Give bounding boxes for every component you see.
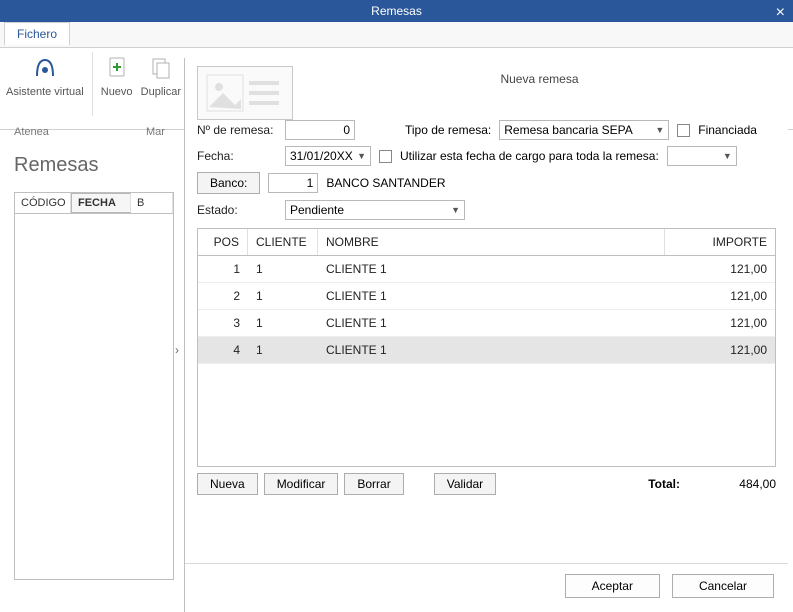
col-cliente[interactable]: CLIENTE xyxy=(248,229,318,255)
ribbon-nuevo[interactable]: Nuevo xyxy=(101,52,133,98)
col-pos[interactable]: POS xyxy=(198,229,248,255)
input-banco-cod[interactable] xyxy=(268,173,318,193)
col-nombre[interactable]: NOMBRE xyxy=(318,229,665,255)
window-title: Remesas xyxy=(371,4,422,18)
input-numero[interactable] xyxy=(285,120,355,140)
duplicate-icon xyxy=(145,52,177,84)
label-financiada: Financiada xyxy=(698,123,757,137)
label-total: Total: xyxy=(648,477,680,491)
value-total: 484,00 xyxy=(686,477,776,491)
dialog-nueva-remesa: Nueva remesa Nº de remesa: Tipo de remes… xyxy=(184,58,788,612)
grid-header: POS CLIENTE NOMBRE IMPORTE xyxy=(198,229,775,256)
button-validar[interactable]: Validar xyxy=(434,473,496,495)
button-borrar[interactable]: Borrar xyxy=(344,473,403,495)
label-usar-fecha: Utilizar esta fecha de cargo para toda l… xyxy=(400,149,659,163)
button-banco[interactable]: Banco: xyxy=(197,172,260,194)
ribbon-caption-atenea: Atenea xyxy=(14,126,49,138)
table-row[interactable]: 21CLIENTE 1121,00 xyxy=(198,283,775,310)
col-codigo[interactable]: CÓDIGO xyxy=(15,193,71,213)
chevron-down-icon: ▼ xyxy=(723,151,732,161)
list-header: CÓDIGO FECHA B xyxy=(15,193,173,214)
table-row[interactable]: 11CLIENTE 1121,00 xyxy=(198,256,775,283)
ribbon-caption-mar: Mar xyxy=(146,126,165,138)
window-title-bar: Remesas × xyxy=(0,0,793,22)
assistant-icon xyxy=(29,52,61,84)
ribbon-tab-strip: Fichero xyxy=(0,22,793,48)
list-panel: CÓDIGO FECHA B xyxy=(14,192,174,580)
button-modificar[interactable]: Modificar xyxy=(264,473,339,495)
chevron-down-icon: ▼ xyxy=(451,205,460,215)
input-fecha[interactable]: 31/01/20XX▼ xyxy=(285,146,371,166)
ribbon-duplicar-label: Duplicar xyxy=(141,86,181,98)
chevron-down-icon: ▼ xyxy=(655,125,664,135)
col-b[interactable]: B xyxy=(131,193,173,213)
button-aceptar[interactable]: Aceptar xyxy=(565,574,660,598)
ribbon-duplicar[interactable]: Duplicar xyxy=(141,52,181,98)
col-fecha[interactable]: FECHA xyxy=(71,193,131,213)
select-estado[interactable]: Pendiente▼ xyxy=(285,200,465,220)
tab-fichero[interactable]: Fichero xyxy=(4,22,70,45)
placeholder-image-icon xyxy=(197,66,293,120)
label-estado: Estado: xyxy=(197,203,277,217)
collapse-handle-icon[interactable]: › xyxy=(172,336,182,364)
ribbon-asistente-label: Asistente virtual xyxy=(6,86,84,98)
table-row[interactable]: 31CLIENTE 1121,00 xyxy=(198,310,775,337)
label-banco-nombre: BANCO SANTANDER xyxy=(326,176,445,190)
button-nueva[interactable]: Nueva xyxy=(197,473,258,495)
new-icon xyxy=(101,52,133,84)
ribbon-asistente[interactable]: Asistente virtual xyxy=(6,52,84,98)
col-importe[interactable]: IMPORTE xyxy=(665,229,775,255)
label-tipo: Tipo de remesa: xyxy=(405,123,491,137)
label-fecha: Fecha: xyxy=(197,149,277,163)
ribbon-nuevo-label: Nuevo xyxy=(101,86,133,98)
close-icon[interactable]: × xyxy=(776,2,785,24)
select-fecha-cargo[interactable]: ▼ xyxy=(667,146,737,166)
page-title: Remesas xyxy=(14,154,98,177)
table-row[interactable]: 41CLIENTE 1121,00 xyxy=(198,337,775,364)
grid-remesa: POS CLIENTE NOMBRE IMPORTE 11CLIENTE 112… xyxy=(197,228,776,467)
dialog-title: Nueva remesa xyxy=(303,66,776,102)
chevron-down-icon: ▼ xyxy=(357,151,366,161)
label-numero: Nº de remesa: xyxy=(197,123,277,137)
button-cancelar[interactable]: Cancelar xyxy=(672,574,774,598)
checkbox-usar-fecha[interactable] xyxy=(379,150,392,163)
checkbox-financiada[interactable] xyxy=(677,124,690,137)
select-tipo[interactable]: Remesa bancaria SEPA▼ xyxy=(499,120,669,140)
